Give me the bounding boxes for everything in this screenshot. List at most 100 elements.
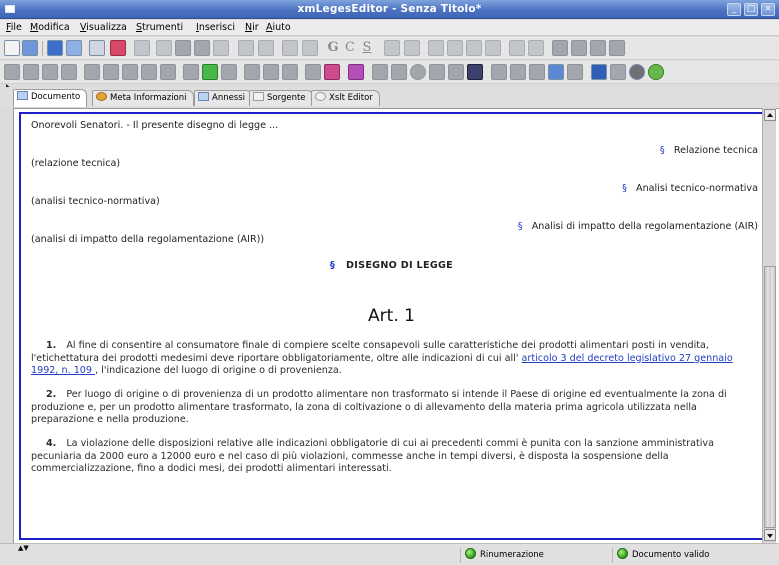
menu-inserisci[interactable]: Inserisci — [196, 22, 235, 33]
find-icon[interactable] — [282, 40, 298, 56]
ordered-list-icon[interactable] — [509, 40, 525, 56]
disegno-di-legge-heading[interactable]: § DISEGNO DI LEGGE — [21, 260, 762, 271]
scroll-thumb[interactable] — [764, 266, 776, 528]
grid-view-icon[interactable] — [467, 64, 483, 80]
struct-tool-19-icon[interactable] — [429, 64, 445, 80]
insert-row-icon[interactable] — [571, 40, 587, 56]
struct-tool-3-icon[interactable] — [42, 64, 58, 80]
window-icon[interactable] — [591, 64, 607, 80]
struct-tool-23-icon[interactable] — [529, 64, 545, 80]
table-icon[interactable] — [552, 40, 568, 56]
struct-tool-4-icon[interactable] — [61, 64, 77, 80]
align-right-icon[interactable] — [466, 40, 482, 56]
struct-tool-1-icon[interactable] — [4, 64, 20, 80]
minimize-button[interactable]: _ — [727, 3, 741, 16]
redo-icon[interactable] — [258, 40, 274, 56]
delete-icon[interactable] — [213, 40, 229, 56]
paragraph-2[interactable]: 2. Per luogo di origine o di provenienza … — [31, 389, 753, 427]
close-button[interactable]: × — [761, 3, 775, 16]
struct-tool-12-icon[interactable] — [244, 64, 260, 80]
tab-xslt-editor[interactable]: Xslt Editor — [311, 90, 380, 106]
scroll-up-button[interactable] — [764, 109, 776, 121]
struct-tool-6-icon[interactable] — [103, 64, 119, 80]
struct-tool-18-icon[interactable] — [410, 64, 426, 80]
paragraph-4[interactable]: 4. La violazione delle disposizioni relat… — [31, 438, 753, 476]
undo-icon[interactable] — [238, 40, 254, 56]
paragraph-1[interactable]: 1. Al fine di consentire al consumatore f… — [31, 340, 753, 378]
struct-tool-13-icon[interactable] — [263, 64, 279, 80]
align-center-icon[interactable] — [447, 40, 463, 56]
analisi-tecnico-normativa-heading[interactable]: § Analisi tecnico-normativa — [622, 183, 758, 194]
relazione-tecnica-heading[interactable]: § Relazione tecnica — [660, 145, 758, 156]
italic-button[interactable]: C — [342, 40, 358, 56]
clear-format-icon[interactable] — [302, 40, 318, 56]
edit-pen-icon[interactable] — [324, 64, 340, 80]
cut-icon[interactable] — [156, 40, 172, 56]
struct-tool-2-icon[interactable] — [23, 64, 39, 80]
align-left-icon[interactable] — [428, 40, 444, 56]
struct-tool-21-icon[interactable] — [491, 64, 507, 80]
article-title[interactable]: Art. 1 — [21, 306, 762, 326]
air-heading[interactable]: § Analisi di impatto della regolamentazi… — [518, 221, 758, 232]
analisi-tecnico-normativa-placeholder[interactable]: (analisi tecnico-normativa) — [31, 196, 160, 207]
undo-block-icon[interactable] — [134, 40, 150, 56]
struct-tool-16-icon[interactable] — [372, 64, 388, 80]
source-icon — [253, 92, 264, 101]
open-folder-icon[interactable] — [22, 40, 38, 56]
struct-tool-25-icon[interactable] — [610, 64, 626, 80]
menu-visualizza[interactable]: Visualizza — [80, 22, 127, 33]
save-as-icon[interactable] — [66, 40, 82, 56]
print-icon[interactable] — [89, 40, 105, 56]
struct-tool-14-icon[interactable] — [282, 64, 298, 80]
hierarchy-icon[interactable] — [348, 64, 364, 80]
refresh-icon[interactable] — [648, 64, 664, 80]
scroll-down-button[interactable] — [764, 529, 776, 541]
unordered-list-icon[interactable] — [528, 40, 544, 56]
vertical-scrollbar[interactable] — [762, 108, 776, 543]
relazione-tecnica-placeholder[interactable]: (relazione tecnica) — [31, 158, 120, 169]
struct-tool-22-icon[interactable] — [510, 64, 526, 80]
air-placeholder[interactable]: (analisi di impatto della regolamentazio… — [31, 234, 264, 245]
paste-icon[interactable] — [194, 40, 210, 56]
menu-modifica[interactable]: Modifica — [30, 22, 70, 33]
editor-area[interactable]: Onorevoli Senatori. - Il presente disegn… — [13, 108, 779, 543]
menu-strumenti[interactable]: Strumenti — [136, 22, 183, 33]
merge-cells-icon[interactable] — [609, 40, 625, 56]
struct-tool-10-icon[interactable] — [183, 64, 199, 80]
struct-tool-9-icon[interactable] — [160, 64, 176, 80]
struct-tool-8-icon[interactable] — [141, 64, 157, 80]
superscript-icon[interactable] — [384, 40, 400, 56]
menu-aiuto[interactable]: Aiuto — [266, 22, 291, 33]
save-icon[interactable] — [47, 40, 63, 56]
copy-icon[interactable] — [175, 40, 191, 56]
struct-tool-11-icon[interactable] — [221, 64, 237, 80]
split-toggle-icon[interactable]: ▲▼ — [18, 544, 32, 552]
struct-tool-24-icon[interactable] — [567, 64, 583, 80]
tab-documento[interactable]: Documento — [13, 89, 88, 107]
justify-icon[interactable] — [485, 40, 501, 56]
struct-tool-15-icon[interactable] — [305, 64, 321, 80]
spellcheck-icon[interactable] — [110, 40, 126, 56]
green-structure-icon[interactable] — [202, 64, 218, 80]
tab-annessi[interactable]: Annessi — [194, 90, 253, 106]
maximize-button[interactable]: □ — [744, 3, 758, 16]
subscript-icon[interactable] — [404, 40, 420, 56]
struct-tool-17-icon[interactable] — [391, 64, 407, 80]
bold-button[interactable]: G — [325, 40, 341, 56]
menu-file[interactable]: File — [6, 22, 22, 33]
export-icon[interactable] — [548, 64, 564, 80]
document-body[interactable]: Onorevoli Senatori. - Il presente disegn… — [19, 112, 764, 540]
tab-bar: Documento Meta Informazioni Annessi Sorg… — [0, 87, 779, 107]
underline-button[interactable]: S — [359, 40, 375, 56]
globe-icon[interactable] — [629, 64, 645, 80]
menu-nir[interactable]: Nir — [245, 22, 259, 33]
new-document-icon[interactable] — [4, 40, 20, 56]
struct-tool-7-icon[interactable] — [122, 64, 138, 80]
insert-column-icon[interactable] — [590, 40, 606, 56]
tab-meta-informazioni[interactable]: Meta Informazioni — [92, 90, 194, 106]
struct-tool-5-icon[interactable] — [84, 64, 100, 80]
tab-sorgente[interactable]: Sorgente — [249, 90, 313, 106]
validity-status: Documento valido — [612, 548, 772, 563]
struct-tool-20-icon[interactable] — [448, 64, 464, 80]
intro-text[interactable]: Onorevoli Senatori. - Il presente disegn… — [31, 120, 278, 131]
